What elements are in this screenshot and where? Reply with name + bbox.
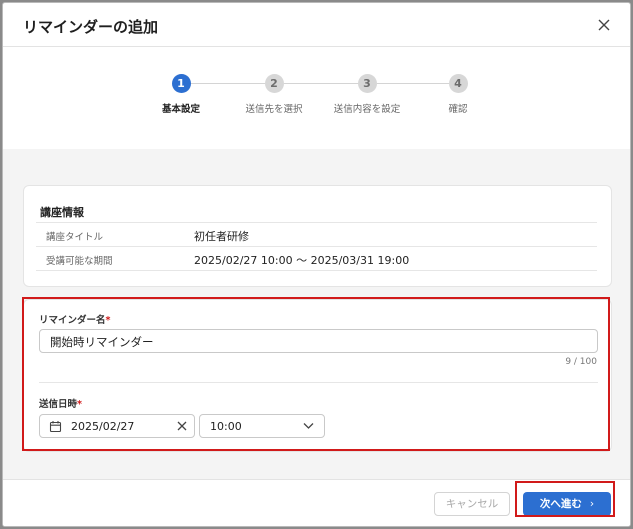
reminder-form-card: リマインダー名* 開始時リマインダー 9 / 100 送信日時* 2025/02… bbox=[23, 299, 612, 452]
required-mark: * bbox=[105, 315, 111, 326]
calendar-icon bbox=[49, 421, 62, 433]
row-value: 初任者研修 bbox=[194, 230, 249, 243]
reminder-dialog: リマインダーの追加 1 基本設定 2 送信先を選択 3 送信内容を設定 4 確認 bbox=[2, 2, 631, 527]
course-info-row: 受講可能な期間 2025/02/27 10:00 〜 2025/03/31 19… bbox=[36, 246, 597, 270]
step-number: 4 bbox=[448, 74, 468, 93]
reminder-name-input[interactable]: 開始時リマインダー bbox=[39, 329, 598, 353]
label-text: 送信日時 bbox=[39, 399, 78, 410]
dialog-title: リマインダーの追加 bbox=[23, 18, 159, 36]
stepper: 1 基本設定 2 送信先を選択 3 送信内容を設定 4 確認 bbox=[3, 48, 630, 148]
course-info-heading: 講座情報 bbox=[40, 206, 84, 219]
send-datetime-label: 送信日時* bbox=[39, 396, 82, 410]
row-value: 2025/02/27 10:00 〜 2025/03/31 19:00 bbox=[194, 254, 410, 267]
close-button[interactable] bbox=[594, 15, 614, 35]
clear-icon[interactable] bbox=[176, 420, 188, 432]
step-label: 確認 bbox=[448, 104, 468, 115]
course-info-row: 講座タイトル 初任者研修 bbox=[36, 222, 597, 246]
date-value: 2025/02/27 bbox=[71, 420, 135, 433]
course-info-card: 講座情報 講座タイトル 初任者研修 受講可能な期間 2025/02/27 10:… bbox=[23, 185, 612, 287]
chevron-down-icon bbox=[303, 423, 314, 429]
step-4: 4 確認 bbox=[403, 74, 513, 115]
dialog-body: 講座情報 講座タイトル 初任者研修 受講可能な期間 2025/02/27 10:… bbox=[3, 149, 630, 479]
required-mark: * bbox=[77, 399, 82, 410]
step-number: 1 bbox=[171, 74, 191, 93]
divider bbox=[39, 382, 598, 383]
row-divider bbox=[36, 270, 597, 271]
step-number: 2 bbox=[264, 74, 284, 93]
step-number: 3 bbox=[357, 74, 377, 93]
close-icon bbox=[598, 19, 610, 31]
dialog-footer: キャンセル 次へ進む › bbox=[3, 479, 630, 526]
next-button[interactable]: 次へ進む › bbox=[523, 492, 611, 516]
reminder-name-label: リマインダー名* bbox=[39, 312, 110, 326]
dialog-header: リマインダーの追加 bbox=[3, 3, 630, 47]
row-key: 講座タイトル bbox=[46, 232, 104, 243]
label-text: リマインダー名 bbox=[39, 315, 106, 326]
send-time-select[interactable]: 10:00 bbox=[199, 414, 325, 438]
send-date-input[interactable]: 2025/02/27 bbox=[39, 414, 195, 438]
next-button-label: 次へ進む bbox=[539, 498, 582, 510]
row-key: 受講可能な期間 bbox=[46, 256, 113, 267]
chevron-right-icon: › bbox=[589, 498, 595, 510]
char-counter: 9 / 100 bbox=[565, 357, 597, 367]
cancel-button[interactable]: キャンセル bbox=[434, 492, 510, 516]
time-value: 10:00 bbox=[210, 420, 242, 433]
